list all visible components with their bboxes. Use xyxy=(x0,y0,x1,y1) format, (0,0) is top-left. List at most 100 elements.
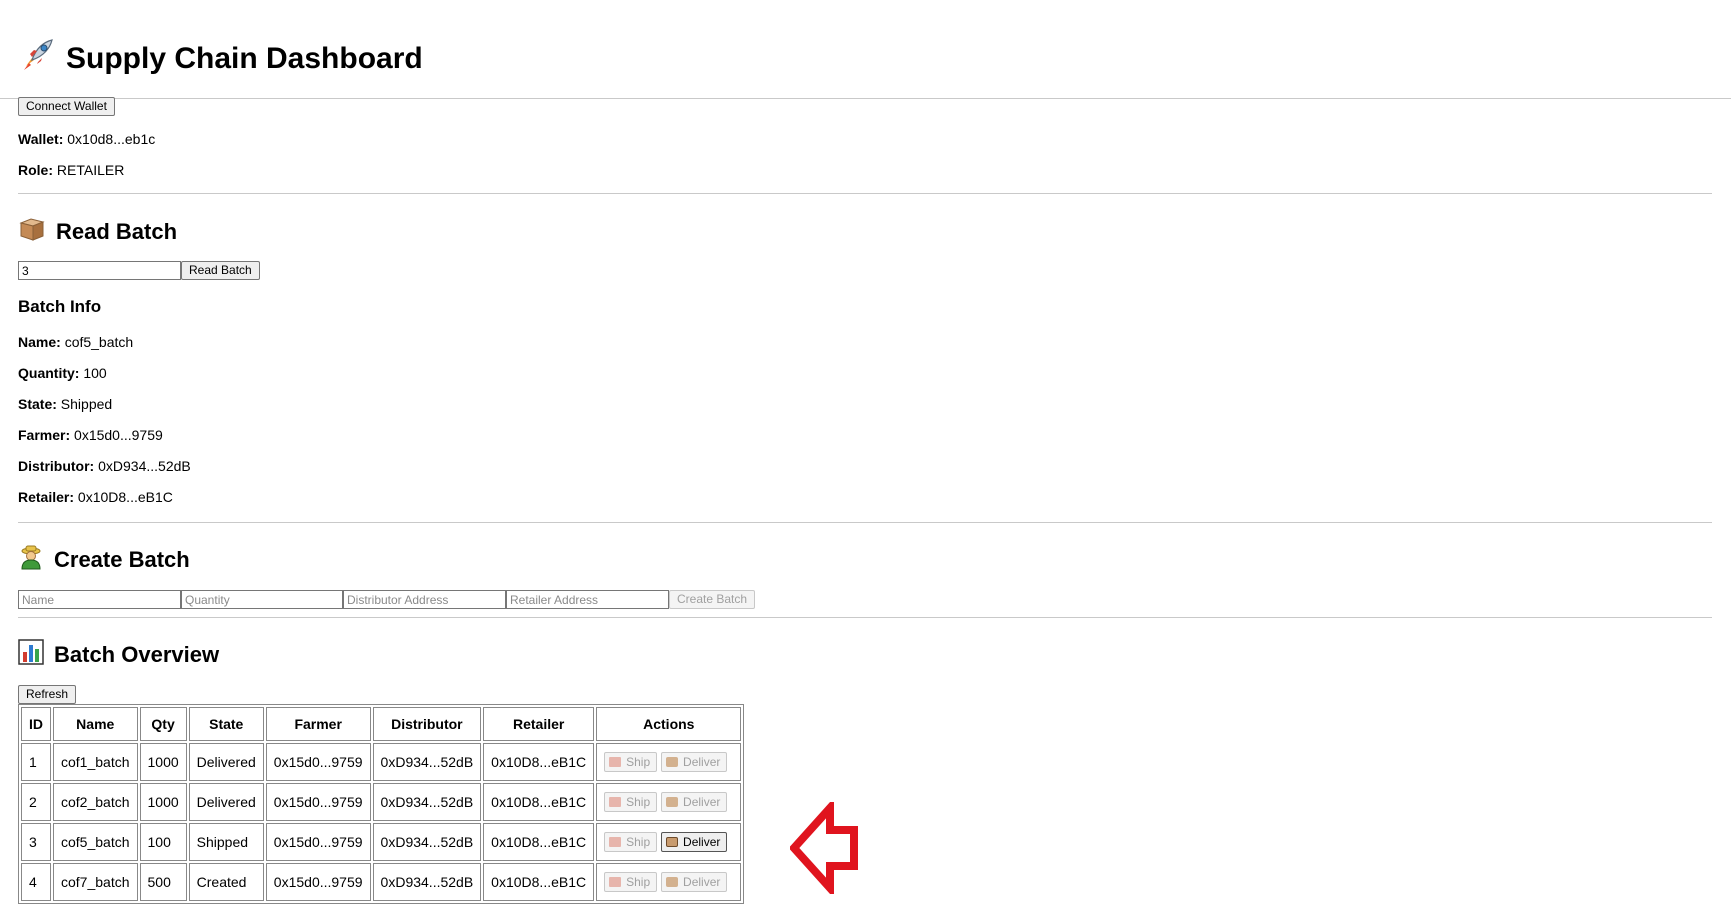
farmer-icon xyxy=(18,544,44,576)
deliver-button[interactable]: Deliver xyxy=(661,752,728,772)
cell-distributor: 0xD934...52dB xyxy=(372,783,482,821)
column-header: Distributor xyxy=(372,707,482,741)
batch-info-retailer: Retailer: 0x10D8...eB1C xyxy=(18,489,173,505)
table-row: 2 cof2_batch 1000 Delivered 0x15d0...975… xyxy=(21,783,742,821)
truck-icon xyxy=(609,797,622,807)
quantity-input[interactable] xyxy=(181,590,343,609)
column-header: ID xyxy=(21,707,51,741)
deliver-button[interactable]: Deliver xyxy=(661,832,728,852)
ship-button[interactable]: Ship xyxy=(604,792,658,812)
ship-button[interactable]: Ship xyxy=(604,832,658,852)
name-input[interactable] xyxy=(18,590,181,609)
batch-info-heading: Batch Info xyxy=(18,297,102,316)
bar-chart-icon xyxy=(18,639,44,671)
cell-distributor: 0xD934...52dB xyxy=(372,823,482,861)
cell-farmer: 0x15d0...9759 xyxy=(265,743,371,781)
field-value: cof5_batch xyxy=(64,334,134,350)
field-value: 0x15d0...9759 xyxy=(74,427,163,443)
batch-id-input[interactable] xyxy=(18,261,181,280)
section-divider xyxy=(18,522,1712,523)
read-batch-title: Read Batch xyxy=(56,219,178,244)
wallet-label: Wallet: xyxy=(18,131,64,147)
field-value: 0xD934...52dB xyxy=(98,458,191,474)
create-batch-button[interactable]: Create Batch xyxy=(669,590,756,609)
cell-retailer: 0x10D8...eB1C xyxy=(483,783,595,821)
page-title-text: Supply Chain Dashboard xyxy=(66,42,423,75)
cell-farmer: 0x15d0...9759 xyxy=(265,783,371,821)
cell-name: cof2_batch xyxy=(53,783,138,821)
batch-overview-title: Batch Overview xyxy=(54,642,220,667)
column-header: Actions xyxy=(596,707,742,741)
cell-actions: Ship Deliver xyxy=(596,743,742,781)
ship-button[interactable]: Ship xyxy=(604,872,658,892)
cell-farmer: 0x15d0...9759 xyxy=(265,863,371,901)
page-title: Supply Chain Dashboard xyxy=(18,36,423,82)
cell-id: 4 xyxy=(21,863,51,901)
red-arrow-left-icon xyxy=(788,797,858,899)
cell-state: Delivered xyxy=(188,783,264,821)
role-value: RETAILER xyxy=(56,162,125,178)
ship-button[interactable]: Ship xyxy=(604,752,658,772)
column-header: Qty xyxy=(139,707,187,741)
header-divider xyxy=(0,98,1731,99)
ship-label: Ship xyxy=(626,835,651,849)
field-value: 100 xyxy=(83,365,107,381)
section-divider xyxy=(18,617,1712,618)
cell-farmer: 0x15d0...9759 xyxy=(265,823,371,861)
wallet-row: Wallet: 0x10d8...eb1c xyxy=(18,131,155,147)
deliver-label: Deliver xyxy=(683,795,721,809)
field-label: Farmer: xyxy=(18,427,71,443)
field-value: 0x10D8...eB1C xyxy=(77,489,173,505)
create-batch-heading: Create Batch xyxy=(18,544,190,576)
create-batch-title: Create Batch xyxy=(54,547,190,572)
batch-overview-heading: Batch Overview xyxy=(18,639,219,671)
batch-info-state: State: Shipped xyxy=(18,396,112,412)
cell-state: Delivered xyxy=(188,743,264,781)
cell-actions: Ship Deliver xyxy=(596,863,742,901)
truck-icon xyxy=(609,757,622,767)
truck-icon xyxy=(609,877,622,887)
truck-icon xyxy=(609,837,622,847)
cell-qty: 1000 xyxy=(139,743,187,781)
package-icon xyxy=(666,837,679,847)
cell-id: 1 xyxy=(21,743,51,781)
retailer-address-input[interactable] xyxy=(506,590,669,609)
batch-info-distributor: Distributor: 0xD934...52dB xyxy=(18,458,191,474)
cell-state: Created xyxy=(188,863,264,901)
batch-table: ID Name Qty State Farmer Distributor Ret… xyxy=(18,704,745,904)
cell-actions: Ship Deliver xyxy=(596,783,742,821)
connect-wallet-button[interactable]: Connect Wallet xyxy=(18,97,115,116)
cell-distributor: 0xD934...52dB xyxy=(372,743,482,781)
deliver-label: Deliver xyxy=(683,835,721,849)
column-header: State xyxy=(188,707,264,741)
batch-info-farmer: Farmer: 0x15d0...9759 xyxy=(18,427,163,443)
cell-distributor: 0xD934...52dB xyxy=(372,863,482,901)
cell-name: cof7_batch xyxy=(53,863,138,901)
ship-label: Ship xyxy=(626,755,651,769)
rocket-icon xyxy=(18,36,56,82)
field-label: Retailer: xyxy=(18,489,75,505)
cell-id: 2 xyxy=(21,783,51,821)
cell-state: Shipped xyxy=(188,823,264,861)
distributor-address-input[interactable] xyxy=(343,590,506,609)
cell-retailer: 0x10D8...eB1C xyxy=(483,823,595,861)
cell-actions: Ship Deliver xyxy=(596,823,742,861)
refresh-button[interactable]: Refresh xyxy=(18,685,77,704)
field-label: Quantity: xyxy=(18,365,80,381)
batch-info-name: Name: cof5_batch xyxy=(18,334,133,350)
deliver-button[interactable]: Deliver xyxy=(661,792,728,812)
read-batch-button[interactable]: Read Batch xyxy=(181,261,260,280)
role-row: Role: RETAILER xyxy=(18,162,124,178)
batch-info-quantity: Quantity: 100 xyxy=(18,365,107,381)
column-header: Farmer xyxy=(265,707,371,741)
deliver-button[interactable]: Deliver xyxy=(661,872,728,892)
wallet-address: 0x10d8...eb1c xyxy=(67,131,156,147)
cell-name: cof1_batch xyxy=(53,743,138,781)
table-row: 4 cof7_batch 500 Created 0x15d0...9759 0… xyxy=(21,863,742,901)
cell-retailer: 0x10D8...eB1C xyxy=(483,863,595,901)
field-label: Name: xyxy=(18,334,61,350)
field-label: Distributor: xyxy=(18,458,95,474)
ship-label: Ship xyxy=(626,875,651,889)
table-header-row: ID Name Qty State Farmer Distributor Ret… xyxy=(21,707,742,741)
table-row: 3 cof5_batch 100 Shipped 0x15d0...9759 0… xyxy=(21,823,742,861)
